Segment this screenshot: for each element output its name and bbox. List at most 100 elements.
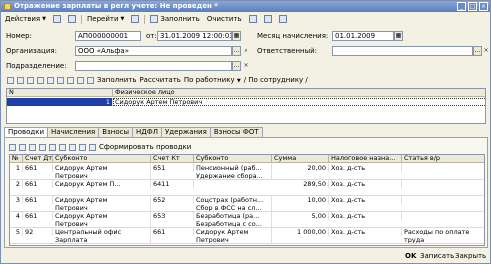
close-window-button[interactable]: × — [479, 2, 488, 11]
by-employee-menu[interactable]: По работнику ▼ — [184, 76, 241, 84]
cell-credit: 661 — [151, 228, 194, 236]
add-row-icon[interactable] — [7, 76, 14, 84]
chevron-down-icon: ▼ — [42, 16, 46, 22]
chevron-down-icon: ▼ — [236, 78, 241, 84]
cell-subconto-credit: Пенсионный (раб... — [194, 164, 272, 172]
unpost-button[interactable] — [262, 14, 274, 25]
table-row[interactable]: 1 661 Сидорук Артем Петрович 651 Пенсионный (… — [10, 164, 484, 180]
save-button[interactable]: Записать — [420, 251, 454, 262]
department-clear-icon[interactable]: × — [242, 62, 250, 70]
month-label: Месяц начисления: — [257, 32, 329, 40]
sort-desc-icon[interactable] — [89, 143, 96, 151]
month-field[interactable]: 01.01.2009 — [332, 31, 394, 41]
help-icon — [278, 15, 287, 23]
organization-field[interactable]: ООО «Альфа» — [75, 46, 232, 56]
by-employee-suffix[interactable]: / По сотруднику / — [244, 76, 308, 84]
help-button[interactable] — [277, 14, 289, 25]
col-header-subconto-credit[interactable]: Субконто — [194, 155, 272, 163]
tab-accruals[interactable]: Начисления — [47, 127, 100, 137]
delete-row-icon[interactable] — [39, 143, 46, 151]
end-edit-icon[interactable] — [49, 143, 56, 151]
col-header-sum[interactable]: Сумма — [272, 155, 329, 163]
cell-subconto-debit: Сидорук Артем — [53, 212, 151, 220]
col-header-subconto-debit[interactable]: Субконто — [53, 155, 151, 163]
date-picker-button[interactable]: ▦ — [232, 31, 241, 41]
move-up-icon[interactable] — [59, 143, 66, 151]
post-button[interactable] — [247, 14, 259, 25]
unpost-icon — [263, 15, 272, 23]
calculate-button[interactable]: Рассчитать — [139, 76, 180, 84]
fill-icon — [150, 15, 159, 23]
window-title: Отражение зарплаты в регл учете: Не пров… — [14, 2, 218, 10]
goto-menu[interactable]: Перейти ▼ — [85, 14, 126, 25]
col-header-credit[interactable]: Счет Кт — [151, 155, 194, 163]
tab-fot-contributions[interactable]: Взносы ФОТ — [209, 127, 263, 137]
table-row[interactable]: 3 661 Сидорук Артем Петрович 652 Соцстрах (ра… — [10, 196, 484, 212]
cell-person: Сидорук Артем Петрович — [113, 98, 485, 106]
col-header-person[interactable]: Физическое лицо — [113, 89, 485, 97]
department-label: Подразделение: — [6, 62, 67, 70]
title-bar: Отражение зарплаты в регл учете: Не пров… — [1, 1, 490, 12]
tab-ndfl[interactable]: НДФЛ — [132, 127, 163, 137]
responsible-field[interactable] — [332, 46, 473, 56]
cell-n: 1 — [10, 164, 23, 172]
refresh-icon — [68, 15, 76, 23]
refresh-button[interactable] — [66, 14, 78, 25]
cell-credit: 6411 — [151, 180, 194, 188]
date-field[interactable]: 31.01.2009 12:00:03 — [157, 31, 232, 41]
cell-sum: 10,00 — [272, 196, 329, 204]
col-header-tax[interactable]: Налоговое назна... — [329, 155, 402, 163]
cell-sum: 1 000,00 — [272, 228, 329, 236]
clear-button[interactable]: Очистить — [205, 14, 244, 25]
col-header-debit[interactable]: Счет Дт — [23, 155, 53, 163]
copy-row-icon[interactable] — [17, 76, 24, 84]
responsible-clear-icon[interactable]: × — [482, 47, 490, 55]
maximize-button[interactable]: □ — [468, 2, 477, 11]
copy-icon — [53, 15, 61, 23]
minimize-button[interactable]: _ — [457, 2, 466, 11]
sort-desc-icon[interactable] — [87, 76, 94, 84]
table-row[interactable]: 1 Сидорук Артем Петрович — [7, 98, 485, 107]
col-header-n[interactable]: № — [10, 155, 23, 163]
delete-row-icon[interactable] — [37, 76, 44, 84]
generate-entries-button[interactable]: Сформировать проводки — [99, 143, 191, 151]
organization-select-button[interactable]: … — [232, 46, 241, 56]
close-button[interactable]: Закрыть — [455, 251, 486, 262]
edit-row-icon[interactable] — [27, 76, 34, 84]
number-field[interactable]: АП000000001 — [75, 31, 141, 41]
responsible-select-button[interactable]: … — [473, 46, 482, 56]
fill-button[interactable]: Заполнить — [148, 14, 201, 25]
employees-fill-button[interactable]: Заполнить — [97, 76, 136, 84]
entries-panel: Сформировать проводки № Счет Дт Субконто… — [4, 137, 488, 248]
department-field[interactable] — [75, 61, 232, 71]
tab-contributions[interactable]: Взносы — [98, 127, 133, 137]
tab-deductions[interactable]: Удержания — [161, 127, 211, 137]
sort-asc-icon[interactable] — [79, 143, 86, 151]
cell-n: 1 — [7, 98, 113, 106]
department-select-button[interactable]: … — [232, 61, 241, 71]
move-up-icon[interactable] — [57, 76, 64, 84]
move-down-icon[interactable] — [67, 76, 74, 84]
cell-subconto-credit: Безработица (ра... — [194, 212, 272, 220]
ok-button[interactable]: OK — [405, 251, 416, 262]
cell-tax: Хоз. д-сть — [329, 196, 402, 204]
sort-asc-icon[interactable] — [77, 76, 84, 84]
add-row-icon[interactable] — [9, 143, 16, 151]
edit-row-icon[interactable] — [29, 143, 36, 151]
col-header-n[interactable]: N — [7, 89, 113, 97]
table-row[interactable]: 5 92 Центральный офис Зарплата 661 Сидорук Ар… — [10, 228, 484, 244]
organization-search-icon[interactable]: ⌕ — [242, 47, 250, 55]
copy-button[interactable] — [51, 14, 63, 25]
month-picker-button[interactable]: ▦ — [394, 31, 403, 41]
separator — [144, 14, 146, 24]
col-header-article[interactable]: Статья в/р — [402, 155, 484, 163]
table-row[interactable]: 2 661 Сидорук Артем П... 6411 289,50 Хоз. д-с… — [10, 180, 484, 196]
cell-subconto-credit: Сидорук Артем — [194, 228, 272, 236]
cell-sum: 20,00 — [272, 164, 329, 172]
move-down-icon[interactable] — [69, 143, 76, 151]
copy-row-icon[interactable] — [19, 143, 26, 151]
table-row[interactable]: 4 661 Сидорук Артем Петрович 653 Безработица … — [10, 212, 484, 228]
actions-menu[interactable]: Действия ▼ — [3, 14, 48, 25]
end-edit-icon[interactable] — [47, 76, 54, 84]
structure-button[interactable] — [129, 14, 141, 25]
